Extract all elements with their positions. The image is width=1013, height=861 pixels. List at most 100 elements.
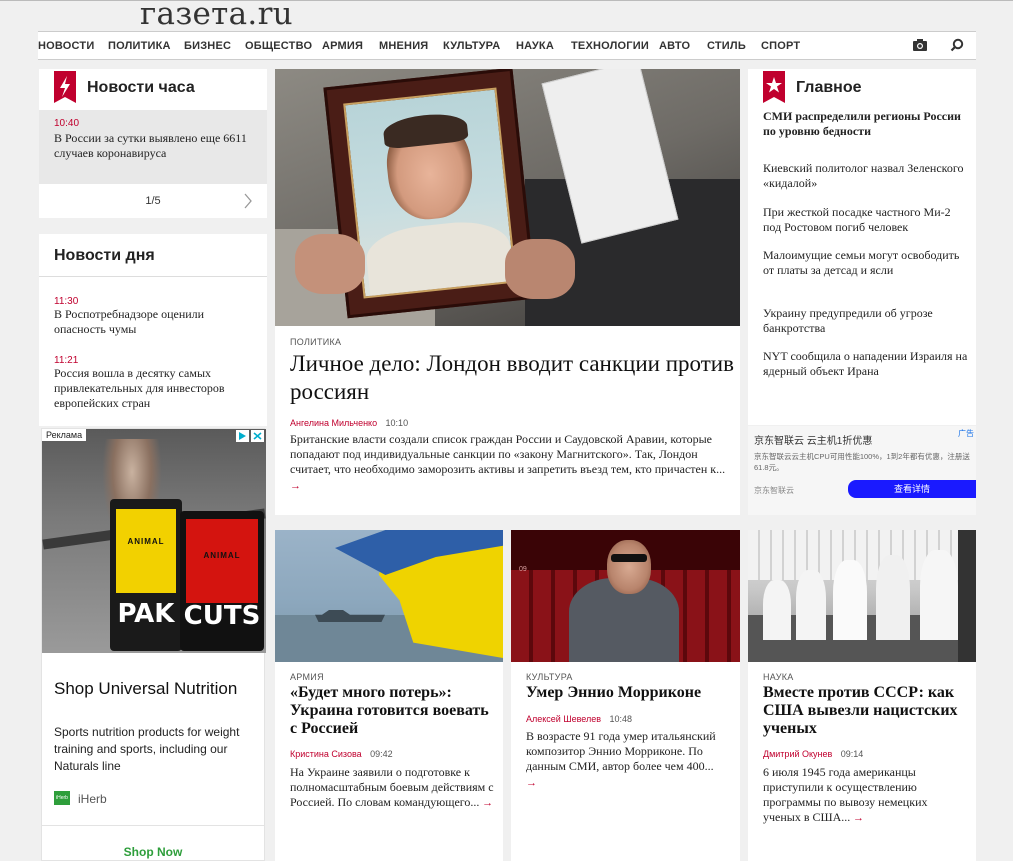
nav-item-army[interactable]: АРМИЯ bbox=[322, 40, 363, 52]
lightning-icon bbox=[54, 71, 76, 103]
adchoices-icon[interactable] bbox=[236, 430, 264, 442]
article-image[interactable] bbox=[275, 530, 503, 662]
glavnoe-item[interactable]: NYT сообщила о нападении Израиля на ядер… bbox=[763, 349, 968, 379]
nav-item-politics[interactable]: ПОЛИТИКА bbox=[108, 40, 171, 52]
news-text: В России за сутки выявлено еще 6611 случ… bbox=[54, 131, 247, 160]
nav-item-culture[interactable]: КУЛЬТУРА bbox=[443, 40, 500, 52]
hand bbox=[295, 234, 365, 294]
glavnoe-item[interactable]: При жесткой посадке частного Ми-2 под Ро… bbox=[763, 205, 968, 235]
shop-now-button[interactable]: Shop Now bbox=[42, 845, 264, 859]
ad-left[interactable]: PAK ANIMAL CUTS ANIMAL Реклама Shop Univ… bbox=[41, 428, 266, 861]
ad-description: Sports nutrition products for weight tra… bbox=[54, 725, 240, 773]
hour-news-item[interactable]: 10:40 В России за сутки выявлено еще 661… bbox=[39, 110, 267, 184]
glavnoe-item[interactable]: Киевский политолог назвал Зеленского «ки… bbox=[763, 161, 968, 191]
glavnoe-title: Главное bbox=[796, 79, 862, 96]
article-author[interactable]: Кристина Сизова bbox=[290, 749, 362, 759]
arrow-right-icon[interactable]: → bbox=[290, 480, 301, 492]
search-icon[interactable] bbox=[950, 38, 964, 57]
glavnoe-item[interactable]: Украину предупредили об угрозе банкротст… bbox=[763, 306, 968, 336]
nav-item-auto[interactable]: АВТО bbox=[659, 40, 690, 52]
person bbox=[796, 570, 826, 640]
article-image[interactable]: 09 bbox=[511, 530, 740, 662]
day-news-title: Новости дня bbox=[54, 247, 155, 264]
news-text: В Роспотребнадзоре оценили опасность чум… bbox=[54, 307, 205, 336]
man-face bbox=[607, 540, 651, 594]
article-meta: Ангелина Мильченко 10:10 bbox=[290, 413, 408, 431]
cuts-pack: CUTS ANIMAL bbox=[180, 511, 264, 651]
article-time: 10:10 bbox=[385, 418, 409, 428]
ad-right-title[interactable]: 京东智联云 云主机1折优惠 bbox=[754, 432, 872, 447]
article-author[interactable]: Дмитрий Окунев bbox=[763, 749, 832, 759]
site-logo[interactable]: газета.ru bbox=[140, 0, 293, 32]
ad-right-source: 京东智联云 bbox=[754, 486, 794, 495]
ad-label: Реклама bbox=[42, 429, 87, 441]
person bbox=[833, 560, 867, 640]
dark-edge bbox=[958, 530, 976, 662]
glavnoe-item[interactable]: Малоимущие семьи могут освободить от пла… bbox=[763, 248, 968, 278]
nav-item-news[interactable]: НОВОСТИ bbox=[38, 40, 94, 52]
article-time: 09:42 bbox=[370, 749, 393, 759]
arrow-right-icon[interactable]: → bbox=[526, 777, 537, 789]
article-headline[interactable]: Умер Эннио Морриконе bbox=[526, 684, 731, 702]
article-headline[interactable]: «Будет много потерь»: Украина готовится … bbox=[290, 684, 495, 738]
article-author[interactable]: Ангелина Мильченко bbox=[290, 418, 377, 428]
arrow-right-icon[interactable]: → bbox=[479, 797, 493, 809]
article-card[interactable]: НАУКА Вместе против СССР: как США вывезл… bbox=[748, 530, 976, 861]
person bbox=[763, 580, 791, 640]
ad-right-button[interactable]: 查看详情 bbox=[848, 480, 976, 498]
glavnoe-item[interactable]: СМИ распределили регионы России по уровн… bbox=[763, 109, 968, 139]
article-image[interactable] bbox=[748, 530, 976, 662]
day-news-widget: Новости дня 11:30 В Роспотребнадзоре оце… bbox=[39, 234, 267, 426]
nav-item-society[interactable]: ОБЩЕСТВО bbox=[245, 40, 312, 52]
image-caption: 09 bbox=[519, 566, 527, 573]
glasses bbox=[611, 554, 647, 562]
hour-news-title: Новости часа bbox=[87, 79, 195, 96]
person bbox=[876, 555, 910, 640]
article-lead: В возрасте 91 года умер итальянский комп… bbox=[526, 729, 716, 789]
chevron-right-icon[interactable] bbox=[243, 193, 253, 214]
news-time: 11:21 bbox=[54, 355, 79, 366]
article-tag[interactable]: АРМИЯ bbox=[290, 672, 324, 682]
divider bbox=[42, 825, 264, 826]
pak-pack: PAK ANIMAL bbox=[110, 499, 182, 651]
news-time: 11:30 bbox=[54, 296, 79, 307]
warship bbox=[315, 610, 385, 622]
nav-item-opinions[interactable]: МНЕНИЯ bbox=[379, 40, 428, 52]
article-meta: Кристина Сизова 09:42 bbox=[290, 744, 393, 762]
article-lead: 6 июля 1945 года американцы приступили к… bbox=[763, 765, 928, 824]
nav-item-tech[interactable]: ТЕХНОЛОГИИ bbox=[571, 40, 649, 52]
camera-icon[interactable] bbox=[912, 38, 928, 57]
main-article[interactable]: ПОЛИТИКА Личное дело: Лондон вводит санк… bbox=[275, 69, 740, 515]
nav-item-sport[interactable]: СПОРТ bbox=[761, 40, 800, 52]
ad-right-desc: 京东智联云云主机CPU可用性能100%，1到2年都有优惠，注册送61.8元。 bbox=[754, 452, 970, 472]
ad-right[interactable]: 京东智联云 云主机1折优惠 广告 京东智联云云主机CPU可用性能100%，1到2… bbox=[748, 426, 976, 515]
ad-source: iHerb bbox=[78, 792, 107, 806]
portrait-photo bbox=[343, 87, 517, 299]
ad-right-label: 广告 bbox=[958, 429, 974, 438]
article-meta: Алексей Шевелев 10:48 bbox=[526, 709, 632, 727]
article-tag[interactable]: КУЛЬТУРА bbox=[526, 672, 573, 682]
arrow-right-icon[interactable]: → bbox=[850, 812, 864, 824]
news-text: Россия вошла в десятку самых привлекател… bbox=[54, 366, 225, 410]
article-card[interactable]: АРМИЯ «Будет много потерь»: Украина гото… bbox=[275, 530, 503, 861]
nav-item-business[interactable]: БИЗНЕС bbox=[184, 40, 231, 52]
article-lead: Британские власти создали список граждан… bbox=[290, 432, 726, 492]
article-time: 09:14 bbox=[840, 749, 864, 759]
main-article-image[interactable] bbox=[275, 69, 740, 326]
hour-news-widget: Новости часа 10:40 В России за сутки выя… bbox=[39, 69, 267, 218]
article-tag[interactable]: НАУКА bbox=[763, 672, 794, 682]
main-headline[interactable]: Личное дело: Лондон вводит санкции проти… bbox=[290, 350, 735, 406]
list-item[interactable]: 11:30 В Роспотребнадзоре оценили опаснос… bbox=[54, 296, 254, 337]
article-card[interactable]: 09 КУЛЬТУРА Умер Эннио Морриконе Алексей… bbox=[511, 530, 740, 861]
ad-product-image[interactable]: PAK ANIMAL CUTS ANIMAL Реклама bbox=[42, 429, 266, 653]
list-item[interactable]: 11:21 Россия вошла в десятку самых привл… bbox=[54, 355, 254, 411]
nav-item-style[interactable]: СТИЛЬ bbox=[707, 40, 746, 52]
nav-item-science[interactable]: НАУКА bbox=[516, 40, 554, 52]
article-author[interactable]: Алексей Шевелев bbox=[526, 714, 601, 724]
article-tag[interactable]: ПОЛИТИКА bbox=[290, 337, 341, 347]
star-icon bbox=[763, 71, 785, 103]
ad-brand-title[interactable]: Shop Universal Nutrition bbox=[54, 679, 237, 699]
news-time: 10:40 bbox=[54, 118, 80, 129]
glavnoe-widget: Главное СМИ распределили регионы России … bbox=[748, 69, 976, 425]
article-headline[interactable]: Вместе против СССР: как США вывезли наци… bbox=[763, 684, 968, 738]
